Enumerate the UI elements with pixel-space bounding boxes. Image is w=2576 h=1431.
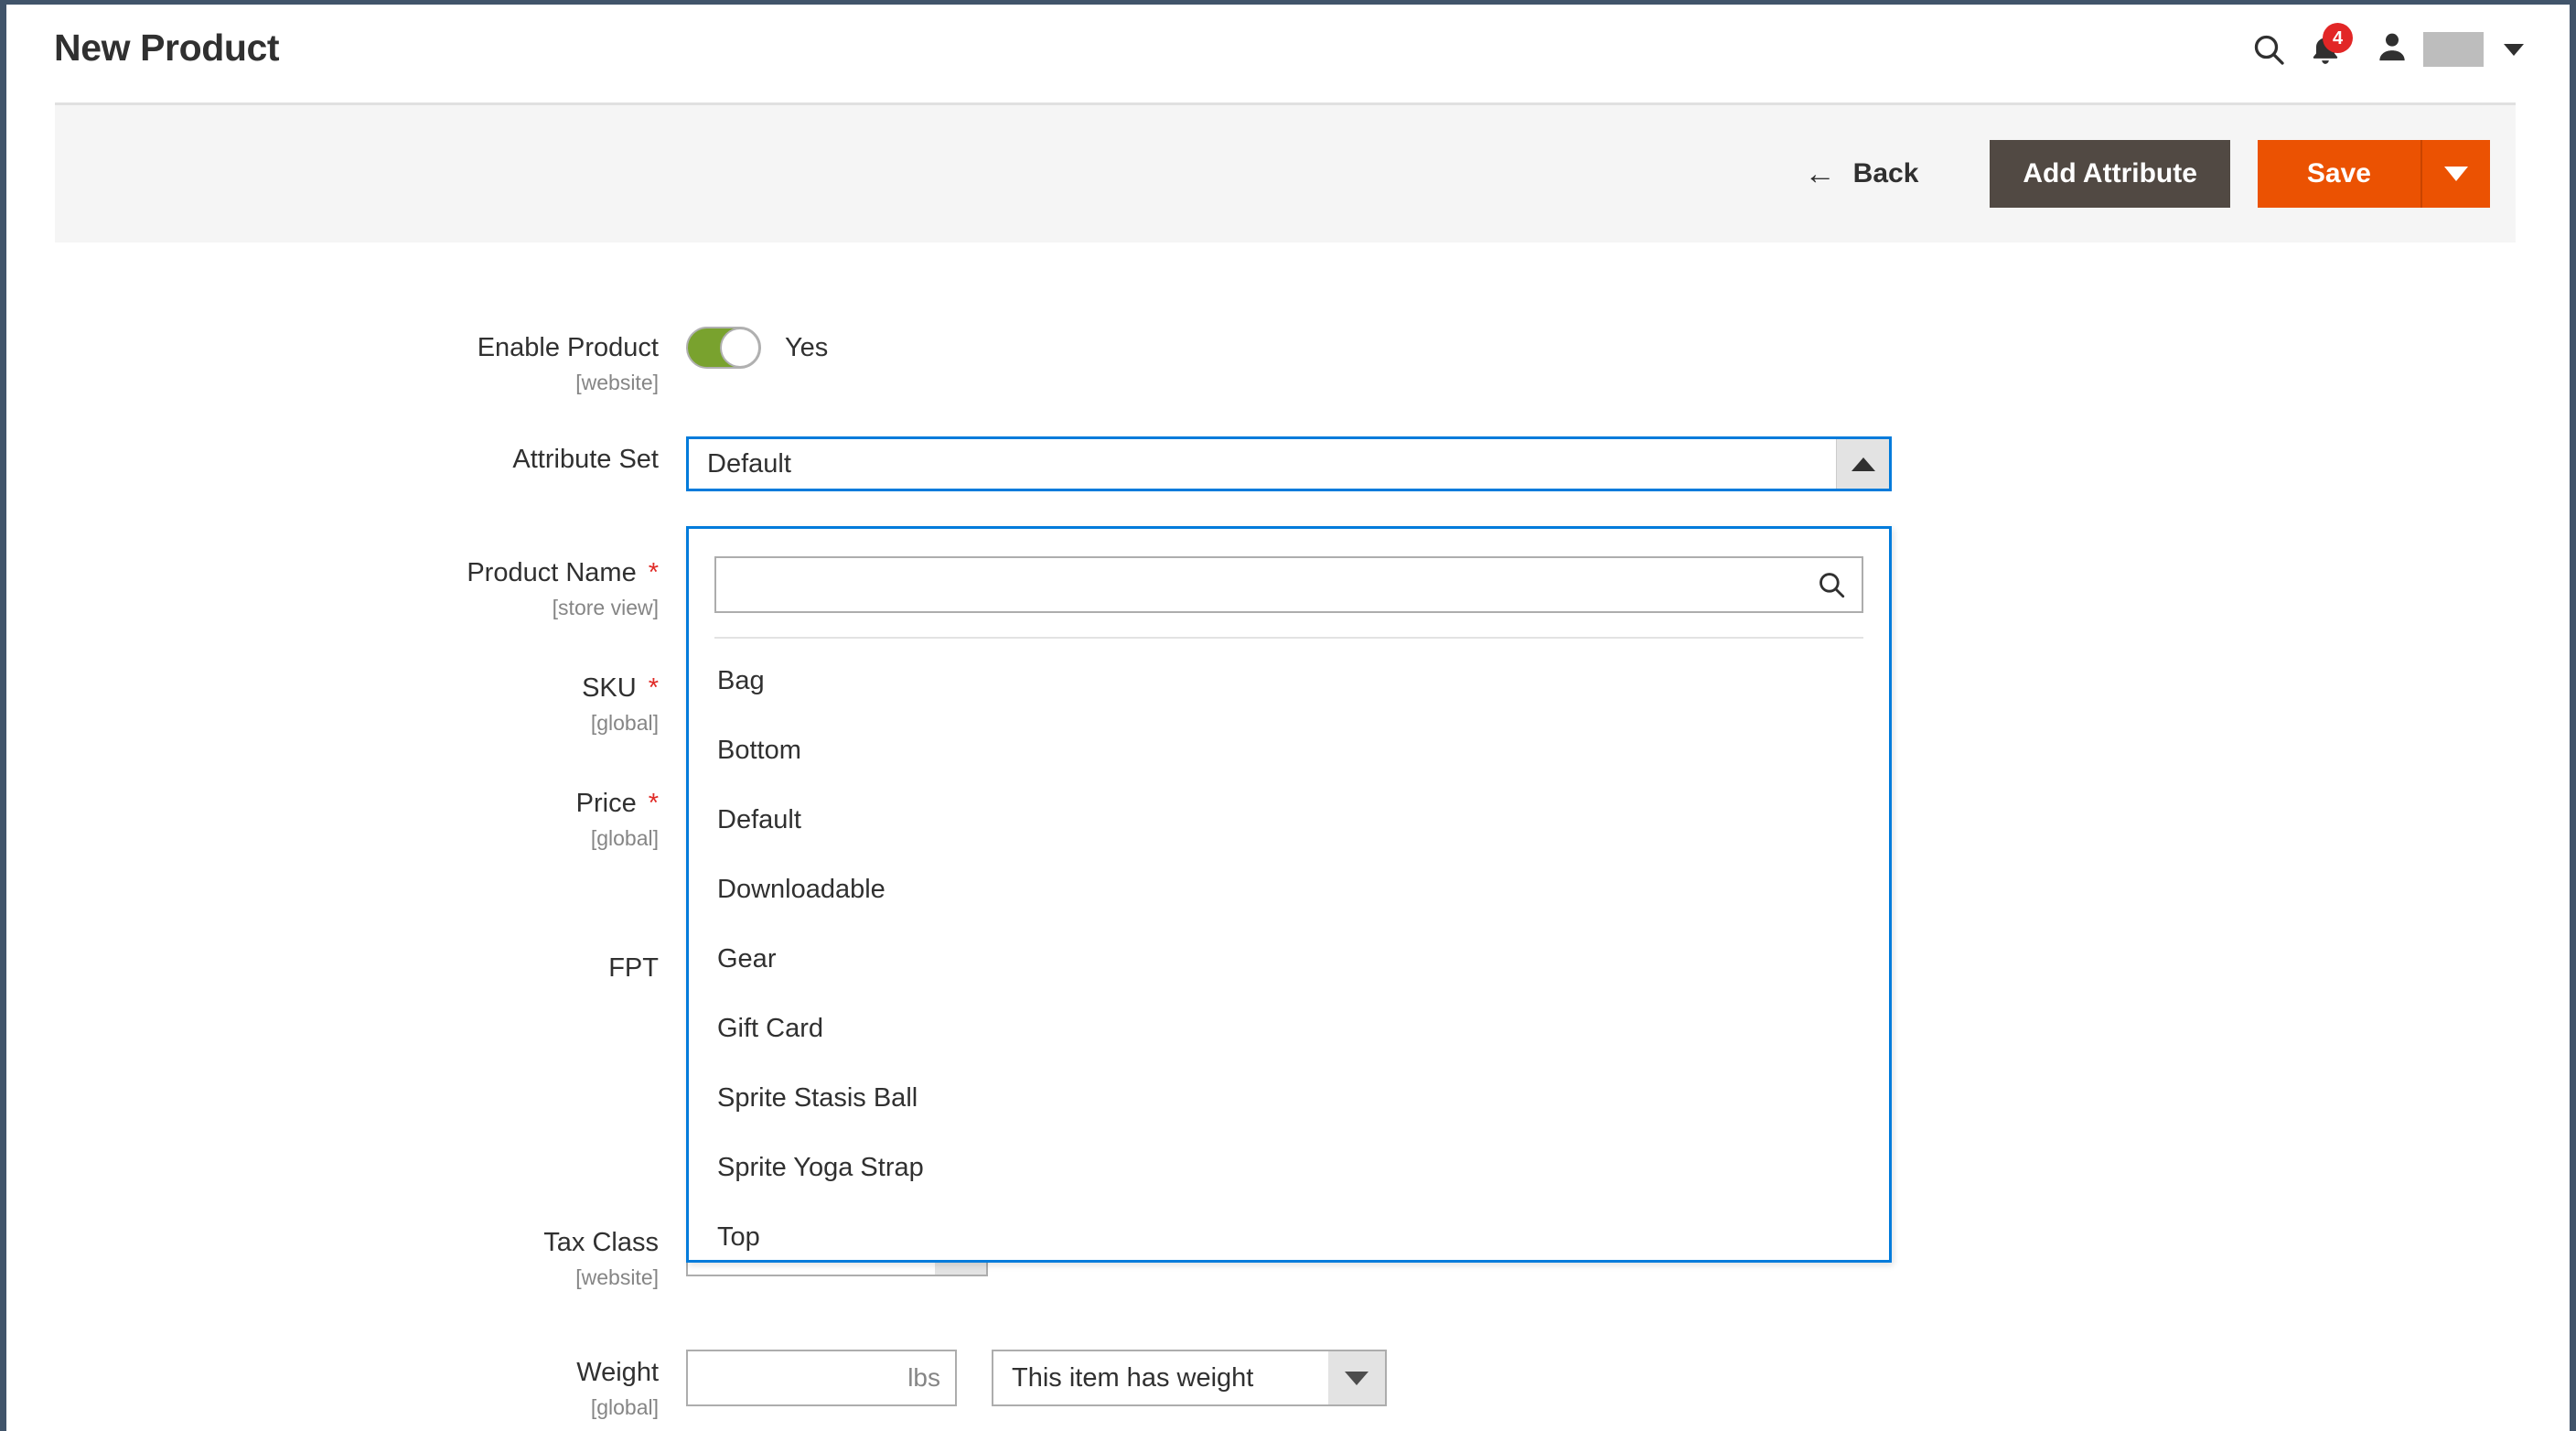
add-attribute-label: Add Attribute [2023,158,2197,188]
weight-label-block: Weight [global] [55,1350,686,1420]
sku-required: * [648,673,659,703]
dropdown-divider [714,637,1863,639]
attribute-set-option[interactable]: Downloadable [689,855,1889,924]
attribute-set-option[interactable]: Top [689,1202,1889,1260]
sku-scope: [global] [590,711,659,736]
page-header: New Product 4 [6,5,2570,102]
attribute-set-toggle-button[interactable] [1836,439,1889,489]
tax-class-scope: [website] [575,1265,659,1290]
back-button[interactable]: ← Back [1781,142,1943,206]
price-label-block: Price * [global] [55,780,686,851]
attribute-set-search-wrap [714,556,1863,613]
tax-class-label-block: Tax Class [website] [55,1220,686,1290]
attribute-set-option[interactable]: Default [689,785,1889,855]
enable-product-label-block: Enable Product [website] [55,325,686,395]
right-rail [2570,0,2576,1431]
attribute-set-option-list: Bag Bottom Default Downloadable Gear Gif… [689,646,1889,1260]
field-enable-product: Enable Product [website] Yes [55,325,2516,395]
sku-label-block: SKU * [global] [55,665,686,736]
field-weight: Weight [global] lbs This item has weight [55,1350,2516,1420]
admin-page: New Product 4 ← Back Add Attribute Save … [0,0,2576,1431]
tax-class-label: Tax Class [543,1228,659,1257]
chevron-down-icon [1345,1371,1368,1385]
notifications-badge: 4 [2323,23,2353,53]
attribute-set-label-block: Attribute Set [55,436,686,477]
toggle-knob [720,328,760,368]
fpt-label-block: FPT [55,945,686,985]
save-button-label: Save [2306,158,2371,188]
attribute-set-value: Default [707,448,791,479]
price-required: * [648,789,659,818]
weight-input-wrap: lbs [686,1350,957,1406]
enable-product-control: Yes [686,325,828,369]
save-options-button[interactable] [2420,140,2490,208]
add-attribute-button[interactable]: Add Attribute [1990,140,2230,208]
fpt-label: FPT [608,953,659,983]
attribute-set-option[interactable]: Bag [689,646,1889,716]
attribute-set-search-input[interactable] [714,556,1863,613]
attribute-set-option[interactable]: Sprite Yoga Strap [689,1133,1889,1202]
enable-product-toggle[interactable] [686,327,761,369]
attribute-set-label: Attribute Set [512,445,659,474]
attribute-set-option[interactable]: Gift Card [689,994,1889,1063]
weight-input[interactable] [686,1350,957,1406]
save-button[interactable]: Save [2257,140,2420,208]
weight-type-value: This item has weight [1012,1362,1254,1393]
search-button[interactable] [2240,21,2297,78]
header-tools: 4 [2240,21,2524,78]
attribute-set-option[interactable]: Bottom [689,716,1889,785]
weight-scope: [global] [590,1395,659,1420]
sku-label: SKU [582,673,637,703]
attribute-set-select[interactable]: Default [686,436,1892,491]
save-button-group: Save [2257,140,2490,208]
user-name-redacted [2423,32,2484,67]
weight-label: Weight [576,1358,659,1387]
attribute-set-control: Default [686,436,1892,491]
product-name-scope: [store view] [552,596,659,620]
attribute-set-dropdown-panel: Bag Bottom Default Downloadable Gear Gif… [686,526,1892,1263]
product-name-label-block: Product Name * [store view] [55,550,686,620]
field-attribute-set: Attribute Set Default [55,436,2516,491]
price-label: Price [575,789,637,818]
back-button-label: Back [1852,158,1919,188]
enable-product-value: Yes [785,332,829,362]
page-title: New Product [54,27,280,69]
chevron-down-icon [2504,43,2524,56]
arrow-left-icon: ← [1804,156,1836,191]
user-avatar-icon [2374,29,2410,70]
attribute-set-option[interactable]: Sprite Stasis Ball [689,1063,1889,1133]
price-scope: [global] [590,826,659,851]
enable-product-scope: [website] [575,371,659,395]
product-name-label: Product Name [467,558,637,587]
user-menu[interactable] [2374,29,2524,70]
search-icon [2250,31,2287,68]
weight-type-toggle-button[interactable] [1328,1351,1385,1404]
product-name-required: * [648,558,659,587]
left-rail [0,0,6,1431]
chevron-down-icon [2444,167,2468,181]
enable-product-label: Enable Product [477,333,659,362]
weight-control: lbs This item has weight [686,1350,1387,1406]
chevron-up-icon [1851,457,1875,471]
attribute-set-option[interactable]: Gear [689,924,1889,994]
notifications-button[interactable]: 4 [2297,21,2354,78]
page-actions-toolbar: ← Back Add Attribute Save [55,102,2516,242]
weight-type-select[interactable]: This item has weight [992,1350,1387,1406]
